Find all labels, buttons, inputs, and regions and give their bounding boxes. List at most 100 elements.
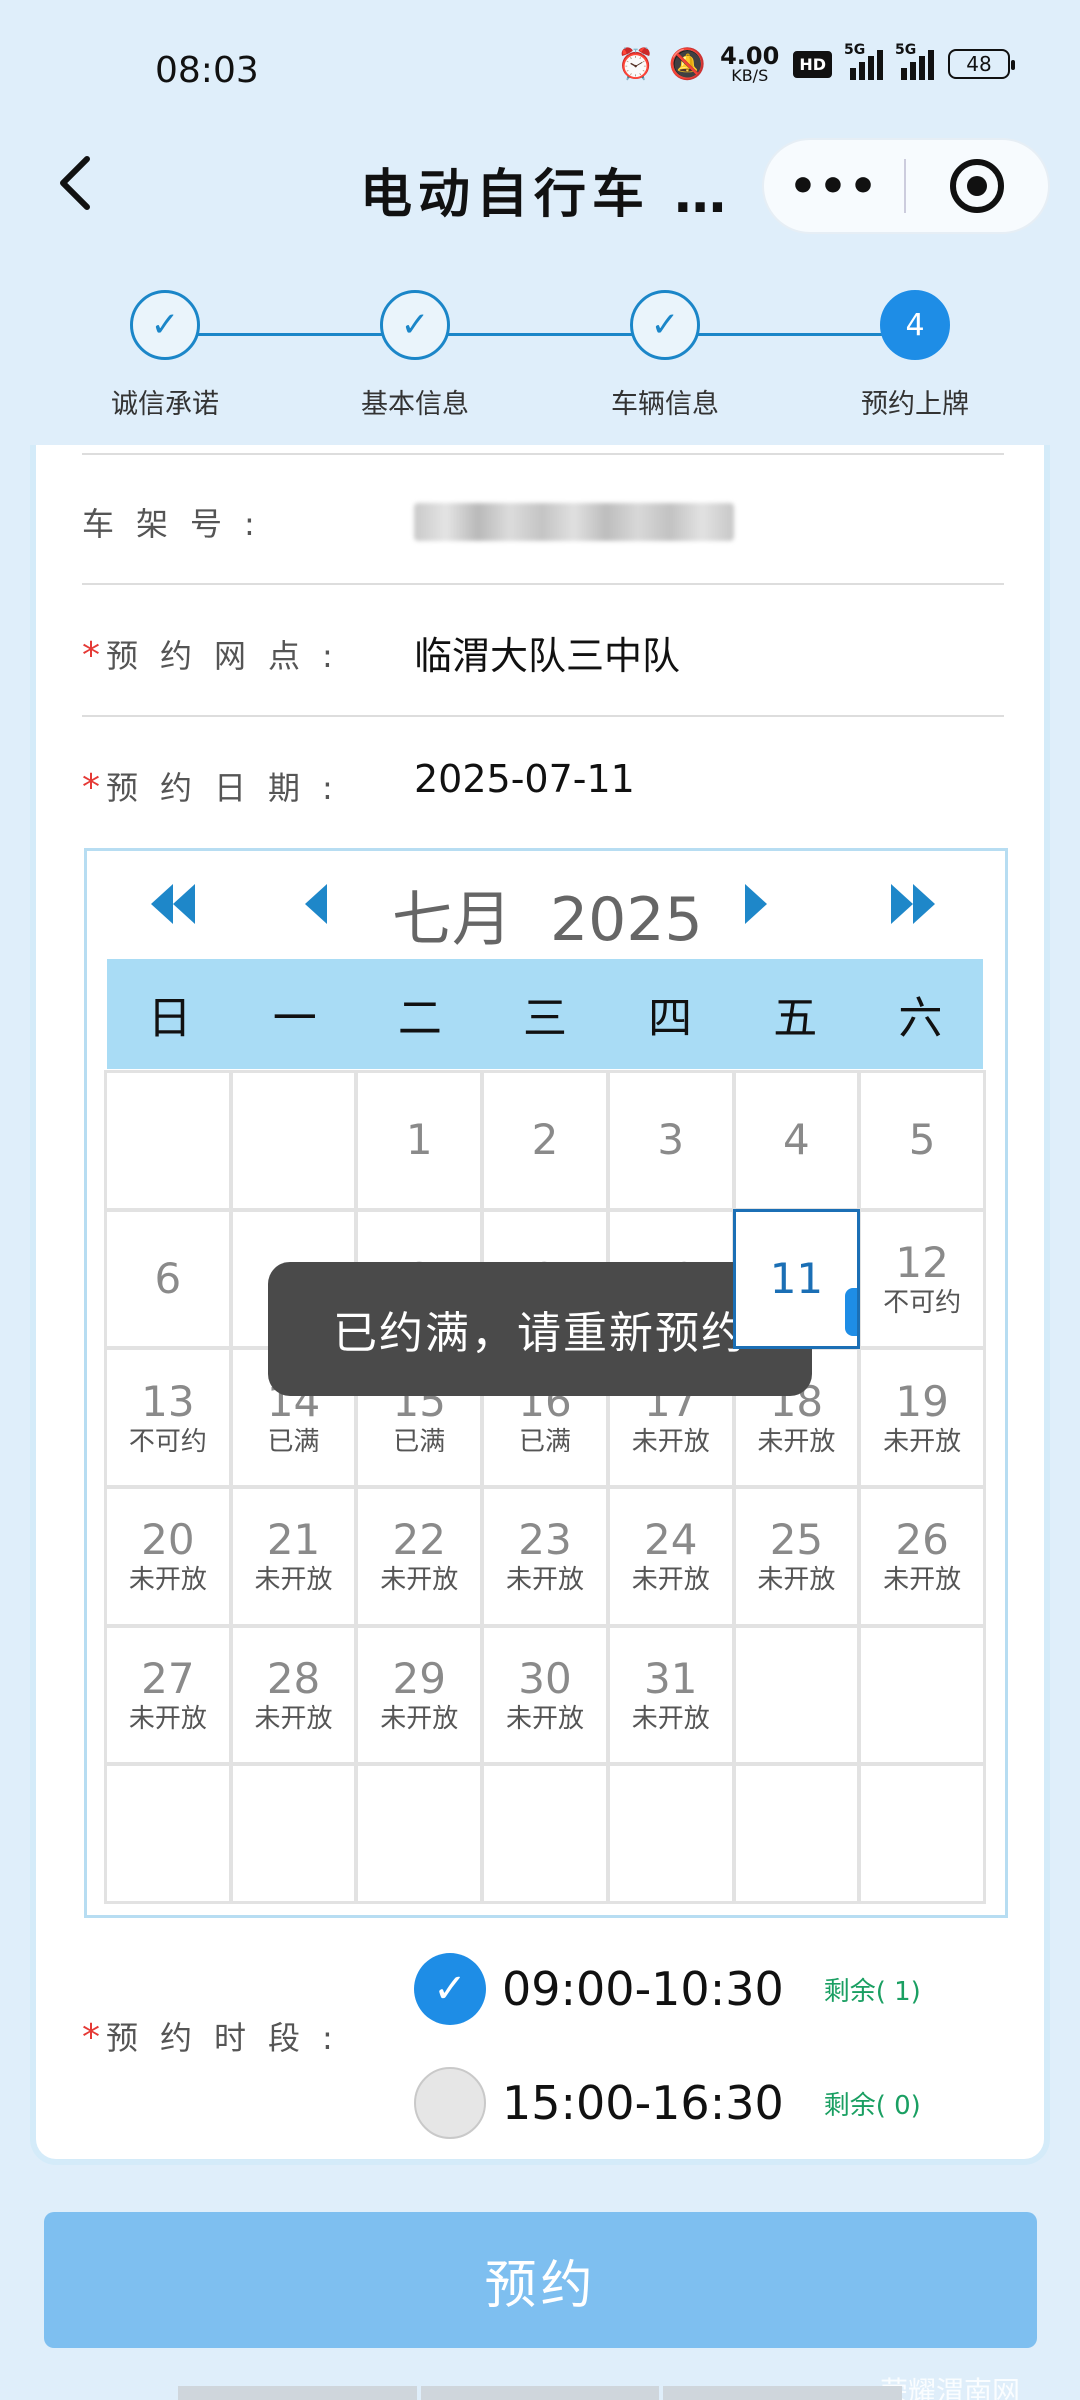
calendar-empty-cell [858,1763,986,1904]
appointment-site-label: * 预约网点: [82,635,355,676]
back-button[interactable] [40,148,110,218]
day-number: 11 [769,1253,824,1303]
weekday-label: 六 [898,993,943,1044]
calendar-day[interactable]: 1 [355,1070,484,1211]
day-status: 不可约 [128,1426,207,1457]
calendar-day[interactable]: 2 [481,1070,609,1211]
prev-month-button[interactable] [305,879,327,929]
radio-unchecked-icon[interactable] [414,2067,486,2139]
home-indicator[interactable] [178,2386,903,2400]
calendar-header: 七月 2025 [87,851,1005,959]
calendar-day[interactable]: 29 未开放 [355,1624,484,1766]
target-icon [950,159,1004,213]
nav-bar: 电动自行车 … ••• [0,130,1080,240]
day-status: 未开放 [757,1565,836,1596]
day-status: 未开放 [128,1565,207,1596]
calendar-day[interactable]: 25 未开放 [732,1486,861,1627]
calendar-empty-cell [732,1624,861,1766]
status-time: 08:03 [155,50,259,91]
calendar-day[interactable]: 27 未开放 [104,1624,232,1766]
calendar-day[interactable]: 6 [104,1208,232,1350]
calendar-day[interactable]: 31 未开放 [606,1624,735,1766]
prev-year-button[interactable] [151,879,195,929]
day-number: 28 [266,1653,321,1703]
hd-icon: HD [793,50,832,78]
toast-message: 已约满，请重新预约 [268,1262,812,1396]
slot-time: 09:00-10:30 [502,1962,784,2016]
calendar-day[interactable]: 30 未开放 [481,1624,609,1766]
next-month-button[interactable] [745,879,767,929]
calendar-empty-cell [858,1624,986,1766]
close-mini-program-button[interactable] [906,159,1048,213]
day-status: 未开放 [631,1426,710,1457]
calendar-day[interactable]: 20 未开放 [104,1486,232,1627]
weekday-header: 日 一 二 三 四 五 六 [107,959,983,1069]
time-slot-option[interactable]: ✓ 09:00-10:30 剩余( 1) [414,1953,921,2025]
calendar-day[interactable]: 26 未开放 [858,1486,986,1627]
calendar-day[interactable]: 12 不可约 [858,1208,986,1350]
calendar-day[interactable]: 24 未开放 [606,1486,735,1627]
day-number: 3 [657,1115,685,1165]
calendar-day[interactable]: 13 不可约 [104,1347,232,1488]
day-number: 2 [531,1115,559,1165]
calendar-year: 2025 [550,885,703,955]
signal-label: 5G [844,42,866,58]
day-number: 6 [154,1253,182,1303]
calendar-month-year: 七月 2025 [392,871,703,958]
step-number: 4 [880,290,950,360]
day-number: 20 [141,1515,195,1565]
calendar-day[interactable]: 22 未开放 [355,1486,484,1627]
day-number: 21 [266,1515,321,1565]
required-asterisk: * [82,635,100,676]
frame-number-value-redacted [414,503,734,541]
calendar-day[interactable]: 19 未开放 [858,1347,986,1488]
step-label: 车辆信息 [611,389,719,420]
day-number: 30 [518,1653,572,1703]
day-status: 已满 [518,1426,571,1457]
page-title: 电动自行车 … [360,165,733,225]
calendar-empty-cell [104,1763,232,1904]
calendar-day-grid: 123456789101112不可约13不可约14已满15已满16已满17未开放… [104,1070,986,1904]
step-vehicle-info: ✓ 车辆信息 [565,290,765,421]
day-number: 19 [895,1376,949,1426]
mute-icon: 🔕 [668,46,707,82]
check-icon: ✓ [380,290,450,360]
calendar-day[interactable]: 28 未开放 [229,1624,358,1766]
calendar-day[interactable]: 21 未开放 [229,1486,358,1627]
day-status: 未开放 [757,1426,836,1457]
more-button[interactable]: ••• [764,140,904,232]
progress-steps: ✓ 诚信承诺 ✓ 基本信息 ✓ 车辆信息 4 预约上牌 [0,290,1080,440]
calendar-empty-cell [355,1763,484,1904]
calendar-day[interactable]: 3 [606,1070,735,1211]
calendar-day[interactable]: 4 [732,1070,861,1211]
day-status: 未开放 [631,1703,710,1734]
day-status: 未开放 [505,1703,584,1734]
time-slot-option[interactable]: 15:00-16:30 剩余( 0) [414,2067,921,2139]
step-integrity-promise: ✓ 诚信承诺 [65,290,265,421]
calendar-day[interactable]: 5 [858,1070,986,1211]
calendar-empty-cell [606,1763,735,1904]
weekday-label: 日 [147,993,192,1044]
step-label: 预约上牌 [861,389,969,420]
day-status: 未开放 [254,1565,333,1596]
net-speed: 4.00 KB/S [720,44,779,84]
step-appointment: 4 预约上牌 [815,290,1015,421]
appointment-date-value[interactable]: 2025-07-11 [414,757,635,801]
weekday-label: 二 [397,993,442,1044]
day-status: 未开放 [380,1703,459,1734]
day-status: 未开放 [883,1565,962,1596]
appointment-site-value[interactable]: 临渭大队三中队 [414,625,680,680]
calendar-empty-cell [104,1070,232,1211]
next-year-button[interactable] [891,879,935,929]
weekday-label: 三 [522,993,567,1044]
calendar-day[interactable]: 11 [732,1208,861,1350]
day-number: 25 [769,1515,824,1565]
day-number: 22 [392,1515,446,1565]
radio-checked-icon[interactable]: ✓ [414,1953,486,2025]
submit-appointment-button[interactable]: 预约 [44,2212,1037,2348]
signal-icon: 5G [844,42,883,80]
signal-label: 5G [895,42,917,58]
slot-time: 15:00-16:30 [502,2076,784,2130]
calendar-day[interactable]: 23 未开放 [481,1486,609,1627]
calendar-empty-cell [229,1070,358,1211]
